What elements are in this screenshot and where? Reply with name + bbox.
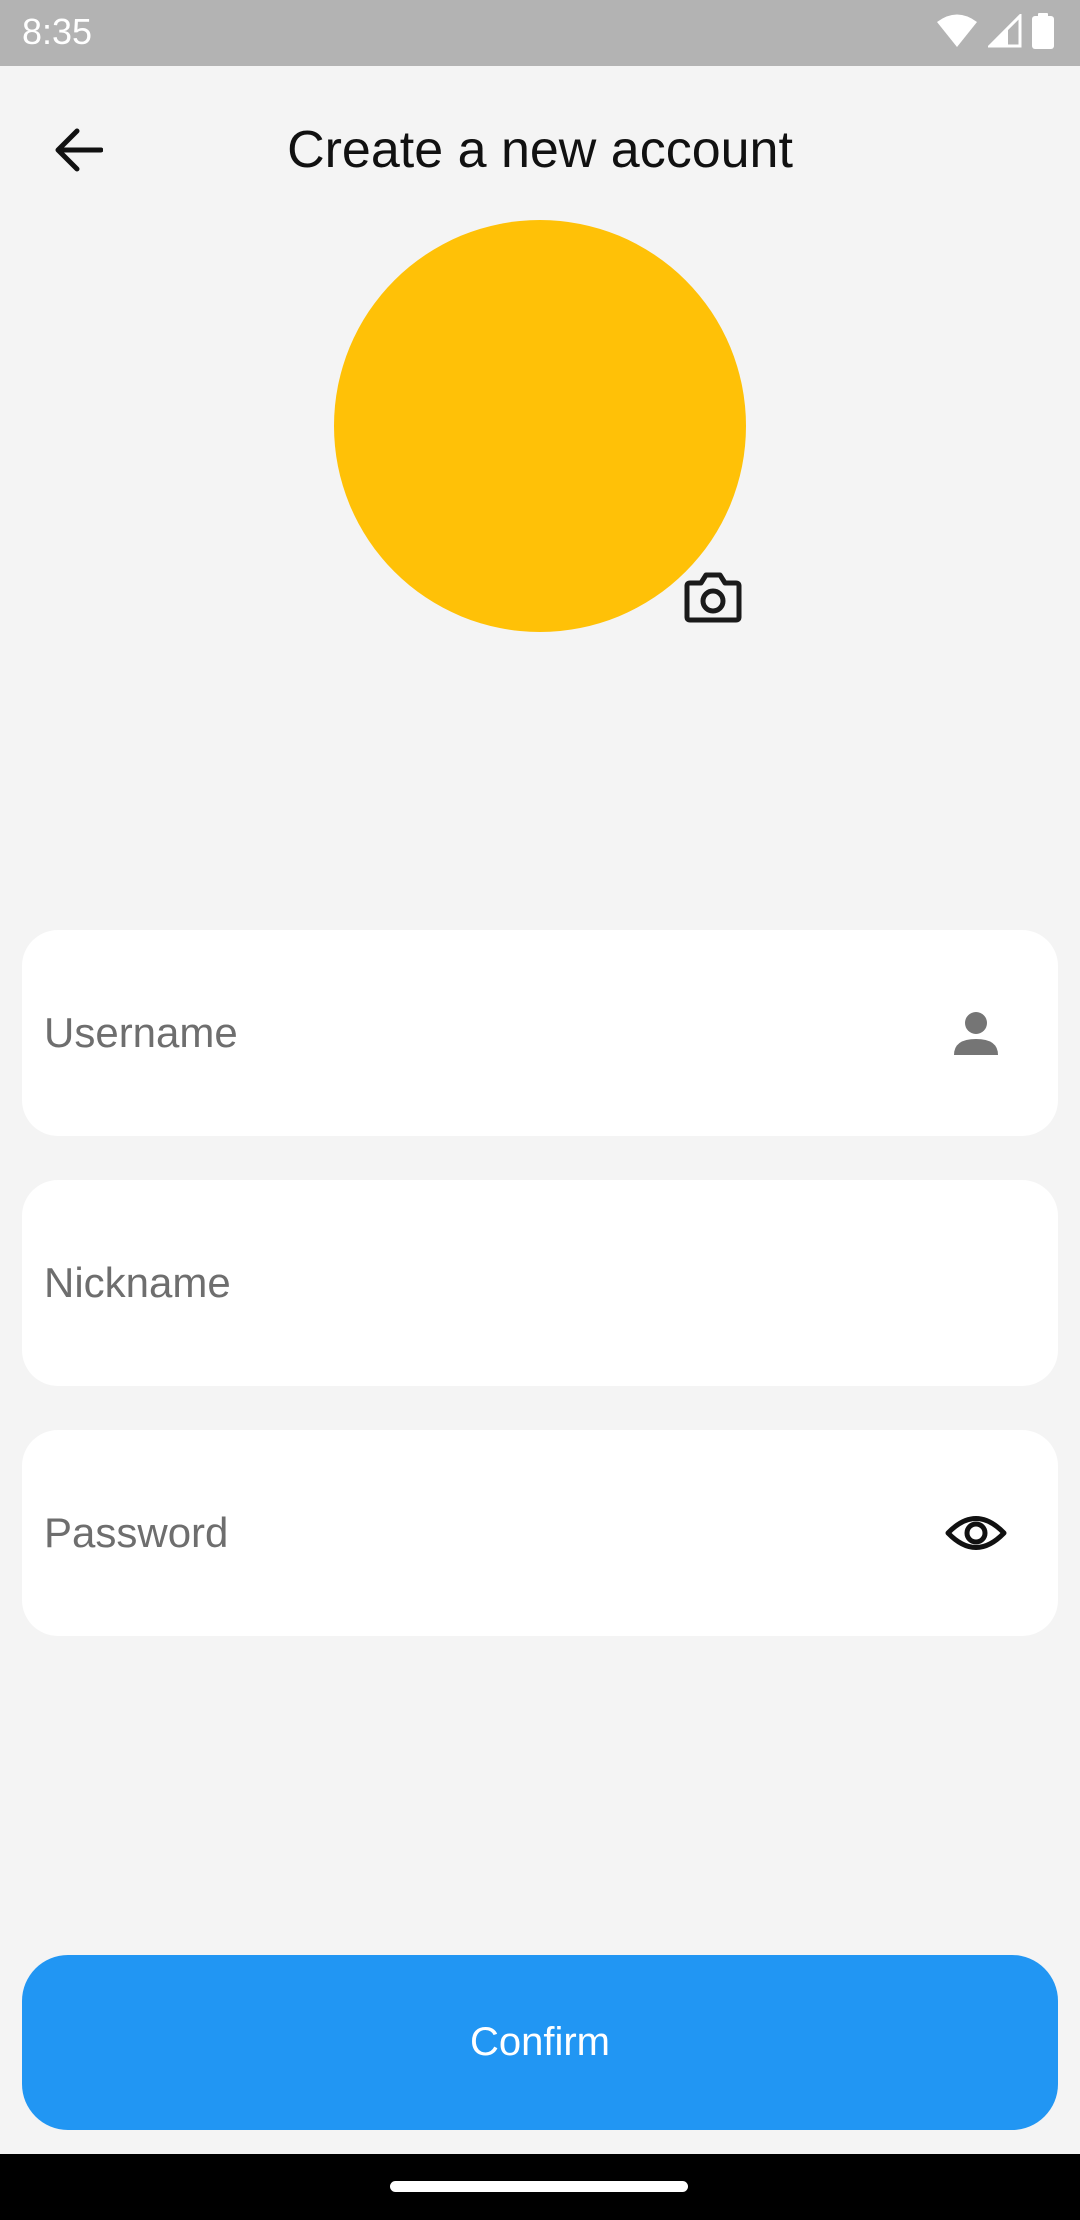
camera-icon — [684, 571, 742, 628]
status-icons — [936, 11, 1054, 54]
navigation-bar — [0, 2154, 1080, 2220]
status-bar: 8:35 — [0, 0, 1080, 66]
nickname-input[interactable] — [44, 1180, 904, 1386]
username-field[interactable] — [22, 930, 1058, 1136]
change-photo-button[interactable] — [680, 566, 746, 632]
confirm-button[interactable]: Confirm — [22, 1955, 1058, 2130]
confirm-button-label: Confirm — [469, 2020, 611, 2064]
eye-icon[interactable] — [944, 1501, 1008, 1565]
app-bar: Create a new account — [0, 66, 1080, 222]
signal-icon — [986, 11, 1022, 53]
battery-icon — [1032, 12, 1054, 54]
page-title: Create a new account — [287, 121, 793, 179]
person-icon — [944, 1001, 1008, 1065]
username-input[interactable] — [44, 930, 904, 1136]
home-gesture-handle[interactable] — [390, 2181, 688, 2192]
nickname-field[interactable] — [22, 1180, 1058, 1386]
wifi-icon — [936, 14, 978, 53]
password-field[interactable] — [22, 1430, 1058, 1636]
status-time: 8:35 — [22, 11, 93, 52]
password-input[interactable] — [44, 1430, 904, 1636]
